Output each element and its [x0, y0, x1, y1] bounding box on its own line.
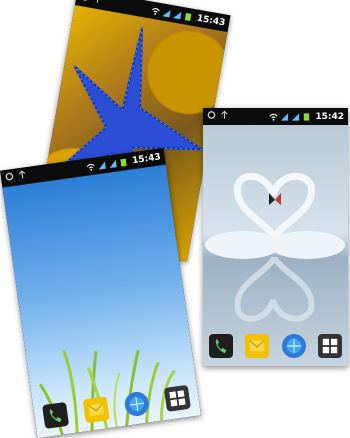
swans-wallpaper: [203, 125, 348, 366]
signal-icon: [108, 158, 118, 169]
mail-icon[interactable]: [83, 396, 110, 423]
browser-globe-icon[interactable]: [123, 390, 150, 417]
settings-icon: [207, 110, 216, 120]
signal-icon: [172, 9, 183, 20]
signal-icon: [291, 112, 300, 122]
signal-icon: [280, 112, 289, 122]
grass-wallpaper: [2, 165, 201, 438]
status-time: 15:43: [132, 152, 162, 166]
phone-icon[interactable]: [209, 334, 233, 358]
browser-globe-icon[interactable]: [282, 334, 306, 358]
usb-icon: [93, 0, 104, 5]
usb-icon: [17, 169, 27, 180]
mail-icon[interactable]: [245, 334, 269, 358]
apps-grid-icon[interactable]: [164, 385, 191, 412]
signal-icon: [162, 7, 173, 18]
apps-grid-icon[interactable]: [318, 334, 342, 358]
settings-icon: [4, 171, 14, 182]
status-time: 15:42: [315, 112, 344, 122]
usb-icon: [220, 110, 229, 120]
wifi-icon: [269, 112, 278, 122]
signal-icon: [97, 159, 107, 170]
wifi-icon: [151, 5, 162, 16]
battery-icon: [183, 11, 194, 22]
status-bar: 15:42: [203, 108, 348, 125]
phone-icon[interactable]: [42, 402, 69, 429]
settings-icon: [80, 0, 91, 3]
home-dock: [203, 326, 348, 366]
phone-swans: 15:42: [203, 108, 348, 366]
status-time: 15:43: [196, 13, 226, 28]
wifi-icon: [86, 161, 96, 172]
battery-icon: [302, 112, 311, 122]
battery-icon: [119, 156, 129, 167]
